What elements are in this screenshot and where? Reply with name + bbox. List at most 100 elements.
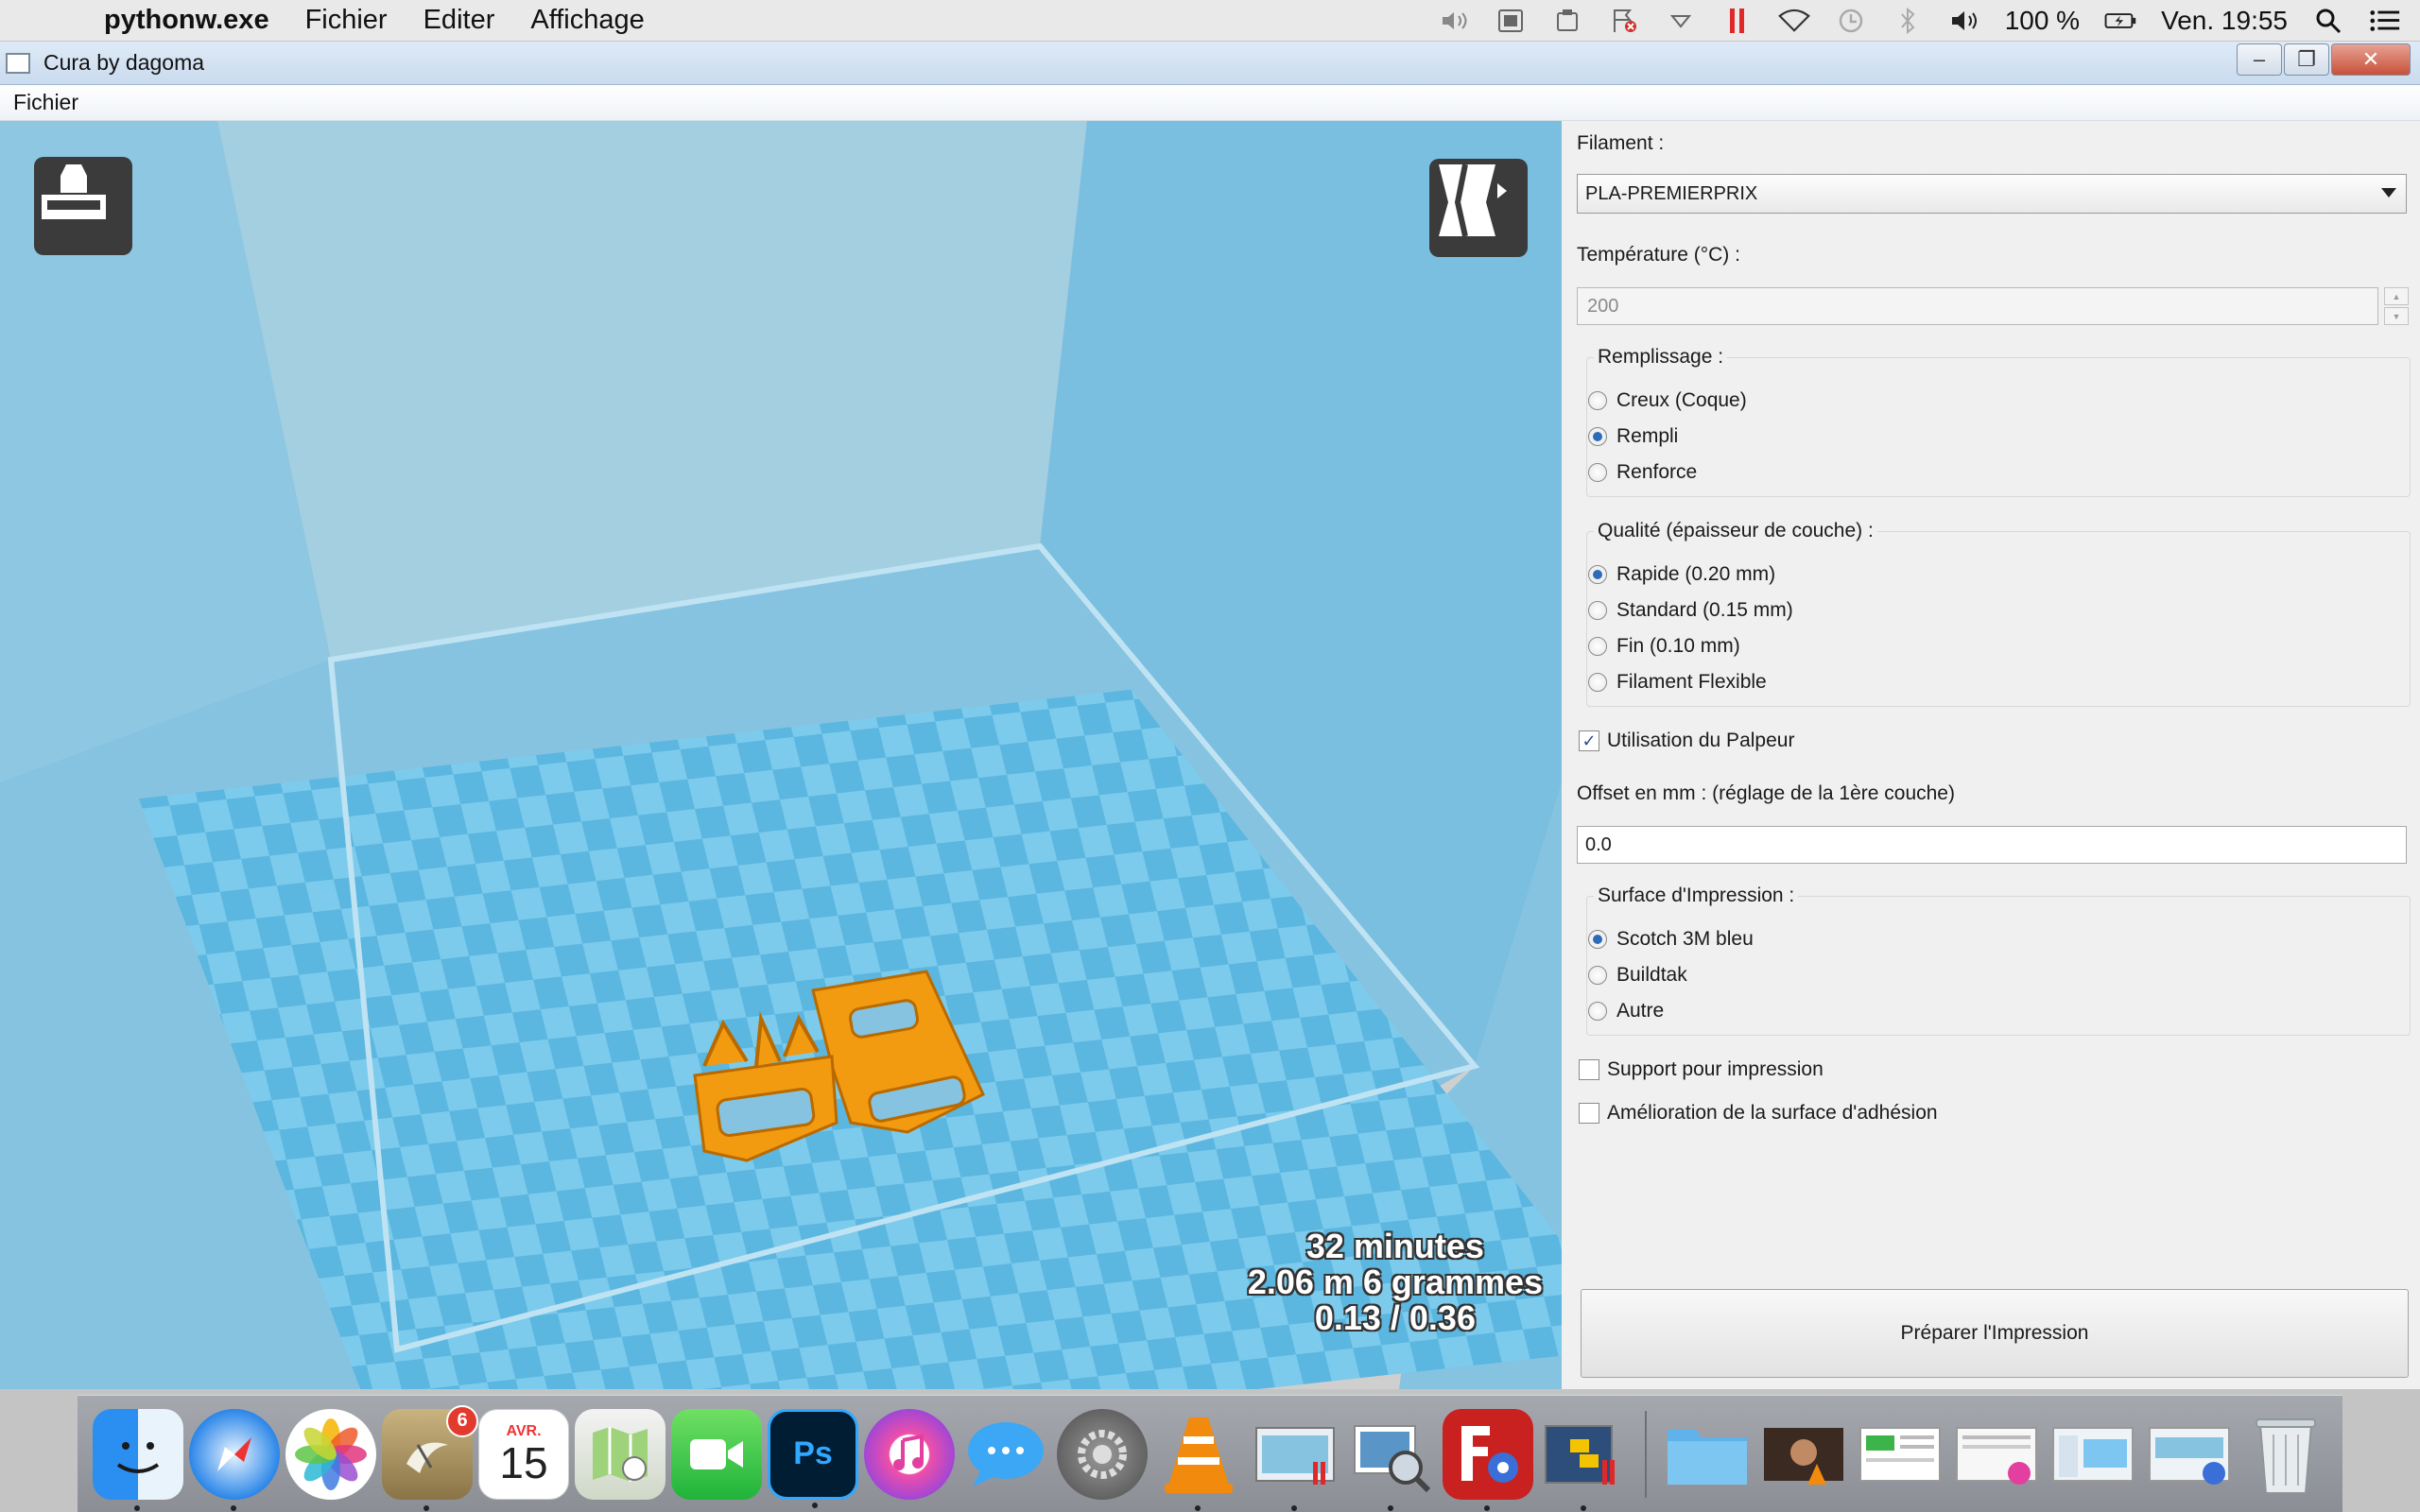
settings-window-thumb-icon[interactable] <box>2144 1409 2235 1500</box>
menubar-affichage[interactable]: Affichage <box>530 5 644 36</box>
view-mode-button[interactable] <box>1429 159 1528 257</box>
quality-option-fine[interactable]: Fin (0.10 mm) <box>1588 635 1740 658</box>
quality-option-flexible[interactable]: Filament Flexible <box>1588 671 1767 694</box>
facetime-icon[interactable] <box>671 1408 762 1500</box>
radio-label: Filament Flexible <box>1616 671 1767 693</box>
system-menubar: pythonw.exe Fichier Editer Affichage 100… <box>0 0 2420 42</box>
itunes-window-thumb-icon[interactable] <box>1951 1409 2042 1500</box>
web-window-thumb-icon[interactable] <box>1855 1409 1945 1500</box>
device-icon[interactable] <box>1495 9 1527 33</box>
adhesion-checkbox[interactable]: Amélioration de la surface d'adhésion <box>1579 1102 1938 1125</box>
preview-icon[interactable] <box>1346 1409 1437 1511</box>
speaker-wave-icon[interactable] <box>1438 9 1470 33</box>
photoshop-label: Ps <box>793 1435 833 1471</box>
temperature-label: Température (°C) : <box>1577 244 1740 266</box>
3d-viewport[interactable]: 32 minutes 2.06 m 6 grammes 0.13 / 0.36 <box>0 121 1562 1389</box>
radio-selected-icon <box>1588 930 1607 949</box>
radio-label: Fin (0.10 mm) <box>1616 635 1740 657</box>
running-indicator <box>812 1502 818 1508</box>
radio-label: Scotch 3M bleu <box>1616 928 1754 950</box>
prepare-print-button[interactable]: Préparer l'Impression <box>1581 1289 2409 1378</box>
finder-window-thumb-icon[interactable] <box>2048 1409 2138 1500</box>
running-indicator <box>1291 1504 1297 1511</box>
quality-title: Qualité (épaisseur de couche) : <box>1594 520 1877 542</box>
volume-icon[interactable] <box>1948 9 1980 33</box>
safari-icon[interactable] <box>189 1408 280 1511</box>
maps-icon[interactable] <box>575 1408 666 1500</box>
photos-icon[interactable] <box>285 1408 376 1500</box>
surface-option-other[interactable]: Autre <box>1588 1000 1664 1022</box>
mail-badge: 6 <box>446 1404 478 1437</box>
running-indicator <box>424 1504 429 1511</box>
window-title: Cura by dagoma <box>43 50 205 75</box>
radio-icon <box>1588 637 1607 656</box>
mail-icon[interactable]: 6 <box>382 1404 478 1511</box>
calendar-icon[interactable]: AVR. 15 <box>478 1408 569 1500</box>
temperature-input[interactable]: 200 <box>1577 287 2378 325</box>
infill-option-full[interactable]: Rempli <box>1588 425 1678 448</box>
menubar-app-name[interactable]: pythonw.exe <box>104 5 269 36</box>
usb-drive-icon[interactable] <box>1551 9 1583 33</box>
adhesion-label: Amélioration de la surface d'adhésion <box>1607 1102 1938 1124</box>
vlc-icon[interactable] <box>1153 1409 1244 1511</box>
filezilla-icon[interactable] <box>1443 1408 1533 1511</box>
folder-icon[interactable] <box>1662 1409 1753 1500</box>
stepper-down-icon[interactable]: ▼ <box>2384 307 2409 325</box>
itunes-icon[interactable] <box>864 1408 955 1500</box>
load-model-button[interactable] <box>34 157 132 255</box>
clock[interactable]: Ven. 19:55 <box>2161 6 2288 36</box>
filament-value: PLA-PREMIERPRIX <box>1585 182 1758 204</box>
spotlight-search-icon[interactable] <box>2312 9 2344 34</box>
radio-icon <box>1588 966 1607 985</box>
build-volume-scene <box>0 121 1562 1389</box>
quality-option-standard[interactable]: Standard (0.15 mm) <box>1588 599 1793 622</box>
finder-icon[interactable] <box>93 1408 183 1511</box>
infill-option-hollow[interactable]: Creux (Coque) <box>1588 389 1747 412</box>
messages-icon[interactable] <box>960 1409 1051 1500</box>
probe-checkbox[interactable]: ✓ Utilisation du Palpeur <box>1579 730 1794 752</box>
python-app-icon[interactable] <box>1539 1409 1630 1511</box>
radio-icon <box>1588 673 1607 692</box>
filament-usage: 2.06 m 6 grammes <box>1247 1263 1543 1301</box>
calendar-day: 15 <box>499 1437 548 1487</box>
probe-label: Utilisation du Palpeur <box>1607 730 1795 751</box>
support-checkbox[interactable]: Support pour impression <box>1579 1058 1824 1081</box>
offset-input[interactable]: 0.0 <box>1577 826 2407 864</box>
quality-option-fast[interactable]: Rapide (0.20 mm) <box>1588 563 1775 586</box>
radio-label: Creux (Coque) <box>1616 389 1747 411</box>
time-machine-icon[interactable] <box>1835 9 1867 33</box>
running-indicator <box>1195 1504 1201 1511</box>
stepper-up-icon[interactable]: ▲ <box>2384 287 2409 305</box>
flag-error-icon[interactable] <box>1608 9 1640 33</box>
photoshop-icon[interactable]: Ps <box>768 1408 858 1508</box>
system-preferences-icon[interactable] <box>1057 1408 1148 1500</box>
cost-ratio: 0.13 / 0.36 <box>1314 1298 1476 1337</box>
battery-charging-icon[interactable] <box>2104 9 2136 33</box>
maximize-button[interactable]: ❐ <box>2284 43 2329 76</box>
running-indicator <box>1388 1504 1393 1511</box>
infill-option-reinforced[interactable]: Renforce <box>1588 461 1697 484</box>
radio-selected-icon <box>1588 427 1607 446</box>
menu-fichier[interactable]: Fichier <box>13 90 78 115</box>
bluetooth-icon[interactable] <box>1892 7 1924 35</box>
chevron-down-icon <box>2381 188 2396 198</box>
print-stats: 32 minutes 2.06 m 6 grammes 0.13 / 0.36 <box>1248 1228 1543 1336</box>
notification-center-icon[interactable] <box>2369 9 2401 33</box>
triangle-down-icon[interactable] <box>1665 9 1697 33</box>
video-window-thumb-icon[interactable] <box>1758 1409 1849 1500</box>
recording-pause-icon[interactable] <box>1721 9 1754 33</box>
close-button[interactable]: ✕ <box>2331 43 2411 76</box>
filament-select[interactable]: PLA-PREMIERPRIX <box>1577 174 2407 214</box>
trash-icon[interactable] <box>2240 1409 2331 1500</box>
battery-percent[interactable]: 100 % <box>2005 6 2080 36</box>
menubar-editer[interactable]: Editer <box>424 5 495 36</box>
wifi-icon[interactable] <box>1777 9 1810 33</box>
surface-option-buildtak[interactable]: Buildtak <box>1588 964 1687 987</box>
radio-label: Standard (0.15 mm) <box>1616 599 1793 621</box>
surface-option-scotch[interactable]: Scotch 3M bleu <box>1588 928 1754 951</box>
menubar-fichier[interactable]: Fichier <box>305 5 388 36</box>
window-titlebar[interactable]: Cura by dagoma – ❐ ✕ <box>0 42 2420 85</box>
support-label: Support pour impression <box>1607 1058 1824 1080</box>
window-thumb-icon[interactable] <box>1250 1409 1340 1511</box>
minimize-button[interactable]: – <box>2237 43 2282 76</box>
